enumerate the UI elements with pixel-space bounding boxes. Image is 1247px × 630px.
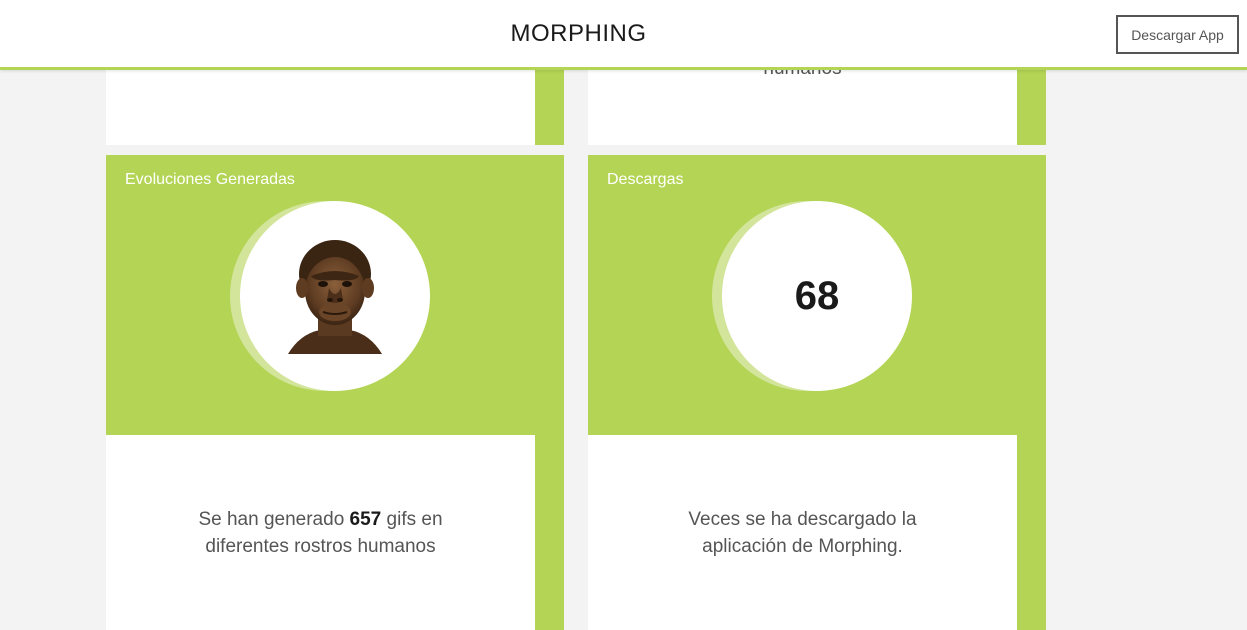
previous-card-right-edge	[1017, 70, 1046, 145]
card-title: Descargas	[607, 171, 684, 188]
card-title: Evoluciones Generadas	[125, 171, 295, 188]
circle: 68	[722, 201, 912, 391]
top-navbar: MORPHING Descargar App	[0, 0, 1247, 70]
brand-title[interactable]: MORPHING	[0, 20, 1157, 48]
downloads-counter: 68	[794, 273, 840, 318]
card-body: Veces se ha descargado la aplicación de …	[588, 435, 1017, 630]
download-app-button[interactable]: Descargar App	[1116, 15, 1239, 54]
card-description: Veces se ha descargado la aplicación de …	[688, 508, 917, 557]
evolutions-card: Evoluciones Generadas Se han generado 65…	[106, 155, 564, 630]
circle	[240, 201, 430, 391]
previous-card-left-body	[106, 70, 535, 145]
image-circle	[230, 201, 430, 391]
downloads-card: Descargas 68 Veces se ha descargado la a…	[588, 155, 1046, 630]
card-body: Se han generado 657 gifs en diferentes r…	[106, 435, 535, 630]
gifs-count: 657	[349, 508, 382, 530]
hominid-face-icon	[288, 240, 382, 354]
previous-card-left-edge	[535, 70, 564, 145]
page: MORPHING Descargar App humanos Evolucion…	[0, 0, 1247, 630]
card-description: Se han generado 657 gifs en diferentes r…	[171, 506, 471, 560]
previous-card-right-body: humanos	[588, 58, 1017, 145]
description-text: Se han generado	[198, 508, 350, 530]
counter-circle: 68	[712, 201, 912, 391]
